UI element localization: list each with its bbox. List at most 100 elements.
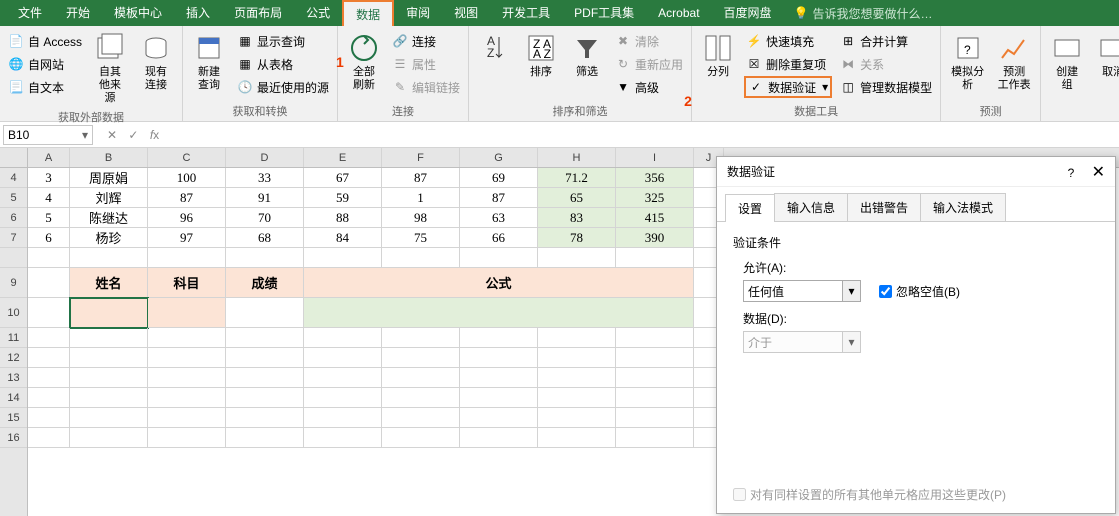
cell[interactable] (616, 408, 694, 428)
cell[interactable] (382, 428, 460, 448)
cell[interactable] (382, 408, 460, 428)
cell[interactable] (28, 298, 70, 328)
row-header[interactable]: 7 (0, 228, 27, 248)
cell[interactable] (148, 298, 226, 328)
tab-pdf[interactable]: PDF工具集 (562, 0, 646, 26)
cell[interactable]: 68 (226, 228, 304, 248)
tell-me[interactable]: 💡告诉我您想要做什么… (794, 5, 933, 22)
cell[interactable] (538, 388, 616, 408)
ignore-blank-input[interactable] (879, 285, 892, 298)
dialog-tab-error[interactable]: 出错警告 (847, 193, 921, 221)
cell[interactable]: 325 (616, 188, 694, 208)
row-header[interactable]: 10 (0, 298, 27, 328)
cell[interactable]: 84 (304, 228, 382, 248)
cell[interactable]: 杨珍 (70, 228, 148, 248)
cell[interactable] (70, 328, 148, 348)
cell[interactable] (304, 388, 382, 408)
sort[interactable]: Z AA Z 排序 (521, 30, 561, 81)
allow-select[interactable]: ▾ (743, 280, 861, 302)
cell[interactable]: 67 (304, 168, 382, 188)
cell[interactable]: 成绩 (226, 268, 304, 298)
cell[interactable]: 98 (382, 208, 460, 228)
cell[interactable] (616, 248, 694, 268)
cell[interactable] (148, 368, 226, 388)
close-button[interactable]: ✕ (1092, 164, 1105, 181)
col-header[interactable]: H (538, 148, 616, 167)
cancel-icon[interactable]: ✕ (107, 128, 117, 142)
cell[interactable] (226, 298, 304, 328)
advanced-filter[interactable]: ▼高级 (613, 76, 685, 98)
cell[interactable]: 63 (460, 208, 538, 228)
sort-az[interactable]: AZ (475, 30, 515, 66)
existing-connections[interactable]: 现有连接 (136, 30, 176, 94)
cell[interactable] (460, 408, 538, 428)
show-queries[interactable]: ▦显示查询 (235, 30, 331, 52)
cell[interactable] (460, 328, 538, 348)
cell-merged[interactable]: 公式 (304, 268, 694, 298)
from-table[interactable]: ▦从表格 (235, 53, 331, 75)
cell[interactable] (70, 428, 148, 448)
cell[interactable]: 1 (382, 188, 460, 208)
row-header[interactable] (0, 248, 27, 268)
cell[interactable] (460, 388, 538, 408)
cell[interactable]: 4 (28, 188, 70, 208)
cell[interactable]: 356 (616, 168, 694, 188)
dialog-tab-input[interactable]: 输入信息 (774, 193, 848, 221)
cell[interactable] (460, 368, 538, 388)
col-header[interactable]: G (460, 148, 538, 167)
selected-cell[interactable] (70, 298, 148, 328)
cell-merged[interactable] (304, 298, 694, 328)
row-header[interactable]: 5 (0, 188, 27, 208)
row-header[interactable]: 6 (0, 208, 27, 228)
cell[interactable]: 87 (148, 188, 226, 208)
cell[interactable] (382, 328, 460, 348)
cell[interactable] (226, 328, 304, 348)
cell[interactable] (304, 248, 382, 268)
tab-view[interactable]: 视图 (442, 0, 490, 26)
cell[interactable]: 78 (538, 228, 616, 248)
row-header[interactable]: 14 (0, 388, 27, 408)
cell[interactable] (28, 428, 70, 448)
row-header[interactable]: 11 (0, 328, 27, 348)
tab-layout[interactable]: 页面布局 (222, 0, 294, 26)
cell[interactable]: 75 (382, 228, 460, 248)
dialog-tab-ime[interactable]: 输入法模式 (920, 193, 1006, 221)
chevron-down-icon[interactable]: ▾ (843, 280, 861, 302)
cell[interactable] (538, 408, 616, 428)
tab-baidu[interactable]: 百度网盘 (712, 0, 784, 26)
cell[interactable]: 33 (226, 168, 304, 188)
cell[interactable] (70, 368, 148, 388)
cell[interactable] (304, 368, 382, 388)
cell[interactable] (538, 348, 616, 368)
cell[interactable]: 科目 (148, 268, 226, 298)
cell[interactable] (226, 368, 304, 388)
from-access[interactable]: 📄自 Access (6, 30, 84, 52)
dialog-tab-settings[interactable]: 设置 (725, 194, 775, 222)
select-all-corner[interactable] (0, 148, 27, 168)
cell[interactable] (28, 248, 70, 268)
cell[interactable] (538, 328, 616, 348)
cell[interactable] (382, 248, 460, 268)
cell[interactable]: 6 (28, 228, 70, 248)
tab-acrobat[interactable]: Acrobat (646, 0, 711, 26)
ignore-blank-checkbox[interactable]: 忽略空值(B) (879, 283, 960, 300)
cell[interactable] (28, 348, 70, 368)
cell[interactable]: 91 (226, 188, 304, 208)
col-header[interactable]: D (226, 148, 304, 167)
cell[interactable]: 陈继达 (70, 208, 148, 228)
cell[interactable] (226, 428, 304, 448)
cell[interactable] (70, 248, 148, 268)
tab-formula[interactable]: 公式 (294, 0, 342, 26)
cell[interactable]: 71.2 (538, 168, 616, 188)
cell[interactable] (28, 268, 70, 298)
cell[interactable]: 390 (616, 228, 694, 248)
cell[interactable] (382, 348, 460, 368)
cell[interactable] (226, 408, 304, 428)
cell[interactable] (538, 248, 616, 268)
confirm-icon[interactable]: ✓ (128, 128, 138, 142)
filter[interactable]: 筛选 (567, 30, 607, 81)
row-header[interactable]: 16 (0, 428, 27, 448)
cell[interactable] (70, 348, 148, 368)
cell[interactable]: 415 (616, 208, 694, 228)
cell[interactable] (538, 368, 616, 388)
